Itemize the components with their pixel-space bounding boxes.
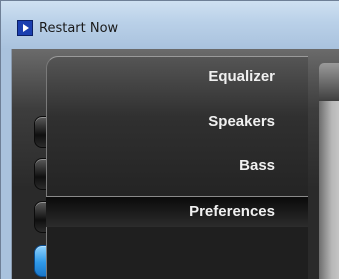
navigation-menu: Equalizer Speakers Bass Preferences xyxy=(46,56,308,279)
back-panel-edge xyxy=(319,101,339,279)
play-icon xyxy=(17,20,33,36)
title-bar[interactable]: Restart Now xyxy=(1,1,339,45)
menu-item-speakers[interactable]: Speakers xyxy=(208,113,275,130)
app-window: Restart Now Equalizer Speakers Bass Pref… xyxy=(0,0,339,279)
back-panel-top xyxy=(319,63,339,103)
window-title: Restart Now xyxy=(39,21,119,36)
menu-item-preferences[interactable]: Preferences xyxy=(46,196,308,227)
menu-item-bass[interactable]: Bass xyxy=(239,157,275,174)
menu-item-equalizer[interactable]: Equalizer xyxy=(208,68,275,85)
